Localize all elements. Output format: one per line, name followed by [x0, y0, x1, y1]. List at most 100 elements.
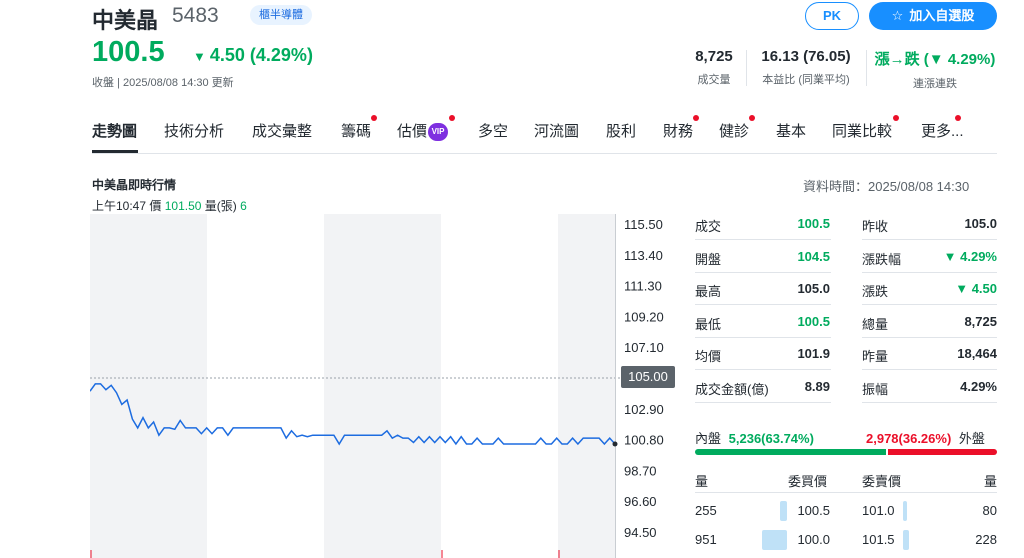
add-watchlist-button[interactable]: ☆ 加入自選股: [869, 2, 997, 30]
realtime-title: 中美晶即時行情: [92, 178, 177, 192]
cursor-time: 上午10:47: [92, 199, 147, 213]
y-tick-label: 102.90: [624, 402, 664, 417]
quote-label: 成交金額(億): [695, 382, 769, 397]
tab-more[interactable]: 更多...: [921, 120, 964, 141]
tab-financials-label: 財務: [663, 123, 694, 140]
stat-divider: [866, 50, 867, 86]
stat-pe-value: 16.13 (76.05): [761, 48, 851, 65]
stat-streak-value: 漲→跌 (▼ 4.29%): [874, 51, 996, 68]
tab-divider: [92, 153, 997, 154]
divider: [862, 304, 997, 305]
y-tick-label: 94.50: [624, 525, 657, 540]
bid-price[interactable]: 100.0: [790, 532, 830, 547]
notification-dot: [693, 115, 699, 121]
tab-chips[interactable]: 籌碼: [341, 120, 371, 141]
bid-volume: 951: [695, 532, 717, 547]
tab-peer-compare[interactable]: 同業比較: [832, 120, 892, 141]
tab-technical[interactable]: 技術分析: [164, 120, 224, 141]
tab-bull-bear[interactable]: 多空: [478, 120, 508, 141]
chart-session-band: [441, 214, 558, 558]
reference-price-flag: 105.00: [621, 366, 675, 388]
bid-price[interactable]: 100.5: [790, 503, 830, 518]
tab-basic[interactable]: 基本: [776, 120, 806, 141]
price-change-value: 4.50 (4.29%): [209, 45, 313, 65]
divider: [695, 402, 831, 403]
ask-volume-bar: [903, 501, 907, 521]
quote-value: ▼ 4.50: [955, 281, 997, 296]
chart-session-band: [90, 214, 207, 558]
divider: [862, 272, 997, 273]
quote-label: 振幅: [862, 382, 889, 397]
y-tick-label: 107.10: [624, 340, 664, 355]
divider: [862, 369, 997, 370]
chart-session-band: [207, 214, 324, 558]
divider: [862, 337, 997, 338]
pk-button[interactable]: PK: [805, 2, 859, 30]
quote-value: 105.0: [964, 216, 997, 231]
tab-valuation[interactable]: 估價 VIP: [397, 120, 449, 141]
divider: [695, 304, 831, 305]
industry-badge[interactable]: 櫃半導體: [250, 5, 312, 25]
tab-dividend[interactable]: 股利: [606, 120, 636, 141]
down-arrow-icon: ▼: [193, 49, 206, 64]
star-icon: ☆: [891, 8, 904, 23]
divider: [695, 239, 831, 240]
tab-trades[interactable]: 成交彙整: [252, 120, 312, 141]
stock-name: 中美晶: [92, 8, 159, 33]
tab-health-label: 健診: [719, 123, 750, 140]
notification-dot: [955, 115, 961, 121]
stat-streak-label: 連漲連跌: [913, 78, 957, 90]
in-volume-label: 內盤: [695, 431, 722, 446]
y-tick-label: 98.70: [624, 463, 657, 478]
tab-health[interactable]: 健診: [719, 120, 749, 141]
y-tick-label: 113.40: [624, 248, 663, 263]
orderbook-header-ask-price: 委賣價: [862, 474, 902, 489]
quote-label: 均價: [695, 349, 722, 364]
cursor-volume-label: 量(張): [204, 199, 237, 213]
current-price: 100.5: [92, 36, 165, 68]
notification-dot: [449, 115, 455, 121]
last-price-dot: [612, 441, 618, 447]
in-volume: 內盤 5,236(63.74%): [695, 428, 814, 447]
vip-badge: VIP: [428, 123, 449, 141]
orderbook-header-bid-price: 委買價: [788, 474, 828, 489]
realtime-cursor-info: 上午10:47 價 101.50 量(張) 6: [92, 197, 247, 214]
y-tick-label: 115.50: [624, 217, 663, 232]
notification-dot: [893, 115, 899, 121]
ask-volume: 228: [975, 532, 997, 547]
tab-river-chart[interactable]: 河流圖: [534, 120, 579, 141]
out-volume: 2,978(36.26%) 外盤: [866, 428, 985, 447]
quote-label: 昨收: [862, 219, 889, 234]
bid-volume-bar: [780, 501, 787, 521]
stat-volume: 8,725 成交量: [689, 48, 739, 87]
y-tick-label: 100.80: [624, 433, 664, 448]
cursor-volume: 6: [240, 199, 247, 213]
tab-trend[interactable]: 走勢圖: [92, 120, 137, 141]
stat-pe: 16.13 (76.05) 本益比 (同業平均): [752, 48, 860, 87]
quote-label: 昨量: [862, 349, 889, 364]
in-volume-bar: [695, 449, 886, 455]
add-watchlist-label: 加入自選股: [909, 8, 975, 23]
stat-streak: 漲→跌 (▼ 4.29%) 連漲連跌: [871, 48, 999, 91]
chart-session-band: [324, 214, 441, 558]
ask-price[interactable]: 101.0: [862, 503, 895, 518]
bid-volume: 255: [695, 503, 717, 518]
divider: [695, 272, 831, 273]
y-tick-label: 111.30: [624, 279, 662, 294]
tab-financials[interactable]: 財務: [663, 120, 693, 141]
quote-value: 101.9: [797, 346, 830, 361]
stock-code: 5483: [172, 4, 219, 27]
intraday-chart-svg: 115.50 113.40 111.30 109.20 107.10 102.90 100.…: [89, 214, 664, 558]
notification-dot: [371, 115, 377, 121]
quote-label: 總量: [862, 317, 889, 332]
quote-value: 8.89: [804, 379, 830, 394]
out-volume-value: 2,978(36.26%): [866, 431, 952, 446]
ask-volume: 80: [982, 503, 997, 518]
stat-volume-label: 成交量: [697, 74, 731, 86]
cursor-price-label: 價: [149, 199, 162, 213]
quote-value: ▼ 4.29%: [943, 249, 997, 264]
stat-divider: [746, 50, 747, 86]
y-tick-label: 96.60: [624, 494, 657, 509]
ask-price[interactable]: 101.5: [862, 532, 895, 547]
intraday-chart[interactable]: 115.50 113.40 111.30 109.20 107.10 102.90 100.…: [89, 214, 690, 558]
